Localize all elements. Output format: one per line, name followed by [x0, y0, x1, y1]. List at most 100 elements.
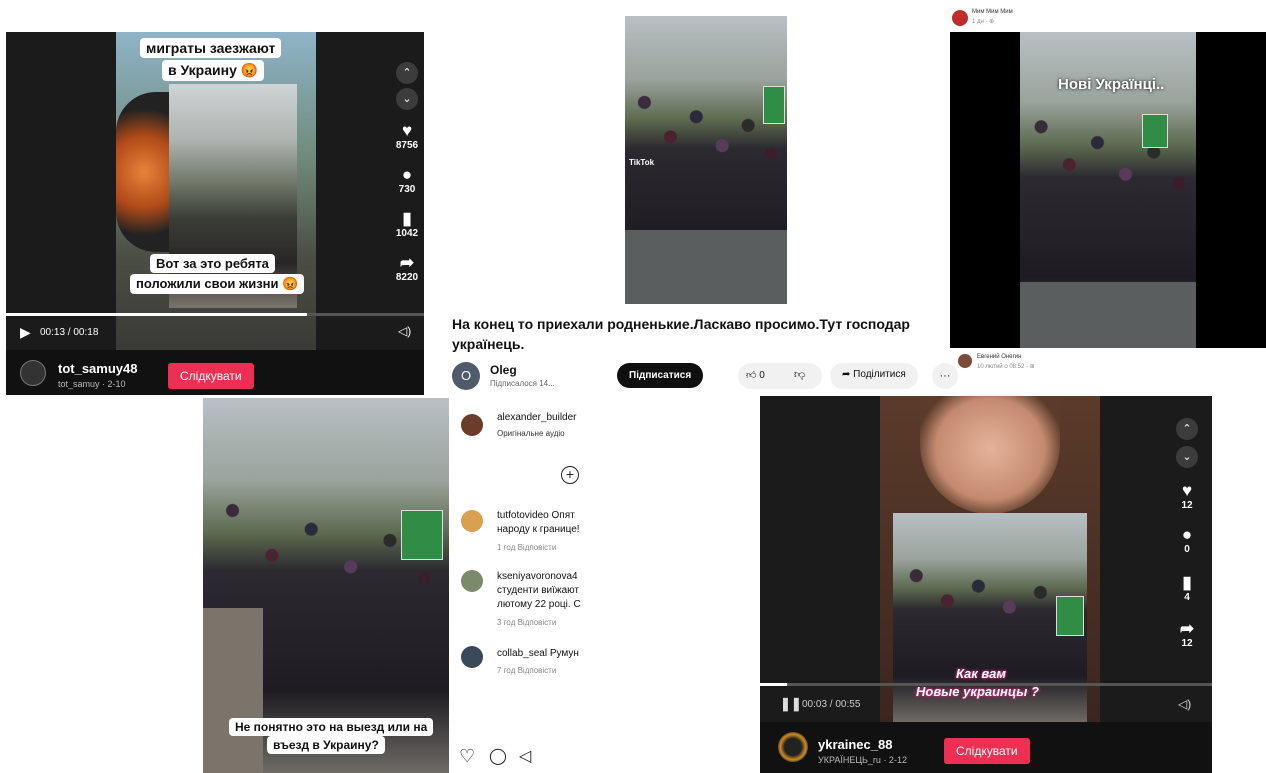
insta-author-avatar[interactable]	[461, 414, 483, 436]
insta-send-icon[interactable]: ◁	[519, 746, 531, 766]
fb-video[interactable]: Нові Українці..	[950, 32, 1266, 348]
thumbs-up-icon: 👍︎	[746, 370, 757, 381]
video1-progress-track[interactable]	[6, 313, 424, 316]
video3-footer: ykrainec_88 УКРАЇНЕЦЬ_ru · 2-12 Слідкува…	[760, 722, 1212, 773]
fb-comment-time: 10 лютий о 08:52 · ⊕	[977, 364, 1035, 370]
comment-icon: ●	[401, 165, 413, 184]
video3-avatar[interactable]	[778, 732, 808, 762]
comment-2-avatar[interactable]	[461, 570, 483, 592]
fb-author-avatar[interactable]	[952, 10, 968, 26]
comment-3: collab_seal Румун	[497, 648, 585, 659]
insta-audio[interactable]: Оригінальне аудіо	[497, 429, 565, 438]
insta-road-sign	[401, 510, 443, 560]
share-icon: ➦	[399, 253, 415, 272]
insta-comment-icon[interactable]: ◯	[489, 746, 507, 766]
comment-icon: ●	[1181, 525, 1193, 544]
fb-post-time: 1 дн · ⊕	[972, 19, 995, 25]
video3-username[interactable]: ykrainec_88	[818, 737, 892, 752]
video1-share-button[interactable]: ➦ 8220	[392, 253, 422, 284]
comment-2-text2: студенти виїжают	[497, 585, 580, 596]
share-button[interactable]: ➦ Поділитися	[830, 363, 918, 389]
comment-2-text3: лютому 22 році. С	[497, 599, 581, 610]
share-label: Поділитися	[853, 369, 906, 380]
fb-commenter-name[interactable]: Евгений Онегин	[977, 354, 1021, 360]
video3-progress-track[interactable]	[760, 683, 1212, 686]
bookmark-icon: ▮	[1182, 573, 1192, 592]
insta-author-name[interactable]: alexander_builder	[497, 412, 577, 423]
video3-caption-2: Новые украинцы ?	[916, 684, 1039, 699]
comment-1-user[interactable]: tutfotovideo	[497, 510, 549, 521]
video3-comments: 0	[1184, 544, 1190, 555]
video1-follow-button[interactable]: Слідкувати	[168, 363, 254, 389]
video3-road-sign	[1056, 596, 1084, 636]
car-dashboard	[625, 230, 787, 304]
next-video-button[interactable]: ⌄	[396, 88, 418, 110]
video1-progress-fill	[6, 313, 307, 316]
subscribe-button[interactable]: Підписатися	[617, 363, 704, 388]
insta-video[interactable]: Не понятно это на выезд или на въезд в У…	[203, 398, 449, 773]
bookmark-icon: ▮	[402, 209, 412, 228]
video1-comment-button[interactable]: ● 730	[392, 165, 422, 196]
heart-icon: ♥	[1181, 481, 1193, 500]
like-count: 0	[759, 370, 765, 381]
fb-commenter-avatar[interactable]	[958, 354, 972, 368]
video3-shares: 12	[1181, 638, 1193, 649]
comment-1-text1: Опят	[551, 510, 575, 521]
video1-play-button[interactable]: ▶	[20, 324, 31, 341]
video2-player[interactable]: TikTok	[625, 16, 787, 304]
comment-3-meta[interactable]: 7 год Відповісти	[497, 666, 556, 675]
video3-save-button[interactable]: ▮ 4	[1172, 573, 1202, 604]
comment-1-avatar[interactable]	[461, 510, 483, 532]
video3-volume-icon[interactable]: ◁)	[1178, 697, 1191, 711]
like-button[interactable]: 👍︎ 0	[746, 369, 765, 381]
comment-2-user[interactable]: kseniyavoronova4	[497, 571, 585, 582]
road-sign	[763, 86, 785, 124]
add-comment-icon[interactable]: +	[561, 466, 579, 484]
video1-caption-top-1: миграты заезжают	[140, 38, 282, 58]
video1-caption-bottom-1: Вот за это ребята	[150, 254, 275, 273]
post-title: На конец то приехали родненькие.Ласкаво …	[452, 316, 910, 352]
share-icon: ➦	[1179, 619, 1195, 638]
video1-footer: tot_samuy48 tot_samuy · 2-10 Слідкувати	[6, 350, 424, 395]
channel-name[interactable]: Oleg	[490, 363, 517, 377]
comment-2-meta[interactable]: 3 год Відповісти	[497, 618, 556, 627]
comment-1-meta[interactable]: 1 год Відповісти	[497, 543, 556, 552]
video3-prev-button[interactable]: ⌃	[1176, 418, 1198, 440]
more-actions-button[interactable]: ···	[932, 363, 958, 389]
video3-follow-button[interactable]: Слідкувати	[944, 738, 1030, 764]
fb-car-dashboard	[1020, 282, 1196, 348]
video3-player[interactable]: Как вам Новые украинцы ? ⌃ ⌄ ♥ 12 ● 0 ▮ …	[760, 396, 1212, 722]
video3-next-button[interactable]: ⌄	[1176, 446, 1198, 468]
like-dislike-group: 👍︎ 0 👎︎	[738, 363, 822, 389]
thumbs-down-icon: 👎︎	[794, 369, 806, 381]
insta-side-panel: alexander_builder Оригінальне аудіо + tu…	[449, 398, 585, 773]
channel-avatar[interactable]: O	[452, 362, 480, 390]
video1-comments: 730	[398, 184, 416, 195]
video3-share-button[interactable]: ➦ 12	[1172, 619, 1202, 650]
video1-caption-top-2: в Украину 😡	[162, 60, 265, 81]
video1-shares: 8220	[395, 272, 419, 283]
video3-saves: 4	[1184, 592, 1190, 603]
insta-caption-2: въезд в Украину?	[267, 736, 385, 754]
comment-3-text1: Румун	[549, 648, 579, 659]
insta-road	[203, 608, 263, 773]
video1-save-button[interactable]: ▮ 1042	[392, 209, 422, 240]
insta-like-icon[interactable]: ♡	[459, 746, 475, 767]
video1-player[interactable]: миграты заезжают в Украину 😡 Вот за это …	[6, 32, 424, 350]
prev-video-button[interactable]: ⌃	[396, 62, 418, 84]
video1-username[interactable]: tot_samuy48	[58, 361, 137, 376]
comment-1: tutfotovideo Опят	[497, 510, 585, 521]
video1-saves: 1042	[395, 228, 419, 239]
comment-3-user[interactable]: collab_seal	[497, 648, 547, 659]
fb-author-name[interactable]: Мим Мим Мим	[972, 9, 1013, 15]
video1-like-button[interactable]: ♥ 8756	[392, 122, 422, 152]
video3-like-button[interactable]: ♥ 12	[1172, 481, 1202, 512]
dislike-button[interactable]: 👎︎	[794, 368, 805, 381]
video3-comment-button[interactable]: ● 0	[1172, 525, 1202, 556]
video1-avatar[interactable]	[20, 360, 46, 386]
comment-3-avatar[interactable]	[461, 646, 483, 668]
insta-caption-1: Не понятно это на выезд или на	[229, 718, 434, 736]
video3-pause-button[interactable]: ❚❚	[780, 696, 802, 712]
video3-progress-fill	[760, 683, 788, 686]
video1-volume-icon[interactable]: ◁)	[398, 324, 411, 338]
